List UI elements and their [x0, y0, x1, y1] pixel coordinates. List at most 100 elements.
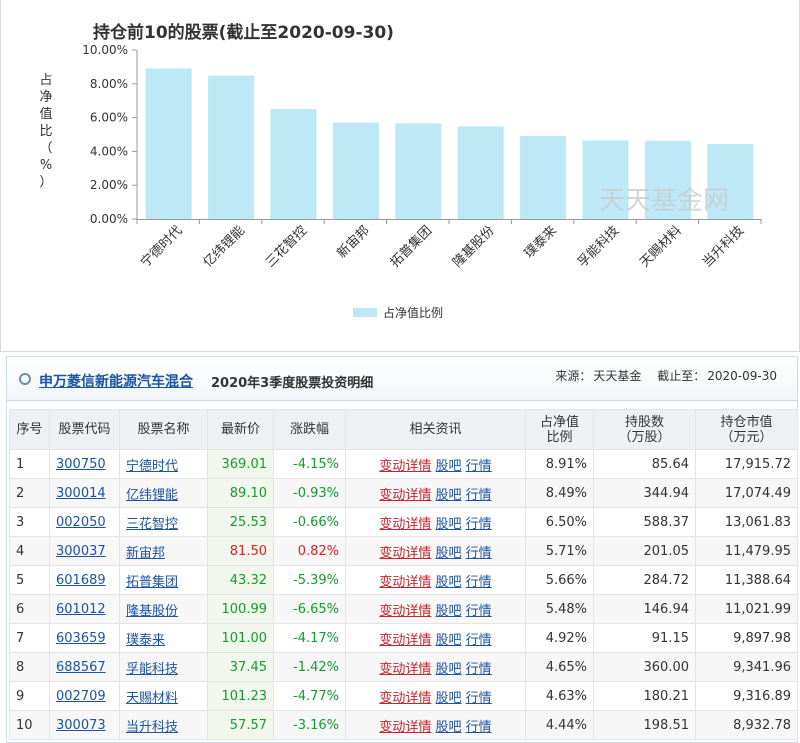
detail-header: 申万菱信新能源汽车混合 2020年3季度股票投资明细 来源： 天天基金 截止至： 2…: [7, 357, 797, 401]
col-header-ratio-line2: 比例: [546, 429, 573, 445]
quote-link[interactable]: 行情: [466, 459, 492, 474]
x-tick-label: 宁德时代: [137, 223, 185, 271]
watermark: 天天基金网: [599, 186, 730, 216]
cell-change: 0.82%: [273, 536, 346, 566]
quote-link[interactable]: 行情: [466, 720, 492, 735]
x-tick-label: 亿纬锂能: [201, 223, 248, 270]
cell-shares: 85.64: [593, 449, 696, 479]
stock-name-link[interactable]: 隆基股份: [126, 604, 178, 619]
col-header-ratio-line1: 占净值: [539, 414, 579, 430]
stock-code-link[interactable]: 688567: [56, 660, 106, 675]
stock-code-link[interactable]: 601012: [56, 602, 106, 617]
date-value: 2020-09-30: [707, 369, 777, 383]
stock-code-link[interactable]: 002709: [56, 689, 106, 704]
stock-bar-link[interactable]: 股吧: [435, 662, 461, 677]
stock-bar-link[interactable]: 股吧: [435, 633, 461, 648]
cell-no: 1: [9, 449, 50, 479]
bar: [520, 135, 567, 219]
cell-code: 300073: [49, 710, 120, 740]
stock-name-link[interactable]: 拓普集团: [126, 575, 178, 590]
stock-code-link[interactable]: 300750: [56, 457, 106, 472]
quote-link[interactable]: 行情: [466, 517, 492, 532]
cell-ratio: 8.49%: [525, 478, 594, 508]
stock-code-link[interactable]: 300014: [56, 486, 106, 501]
col-header-ratio: 占净值 比例: [525, 409, 594, 450]
cell-price: 369.01: [207, 449, 274, 479]
col-header-value: 持仓市值 （万元）: [695, 409, 798, 450]
cell-value: 11,388.64: [695, 565, 798, 595]
change-detail-link[interactable]: 变动详情: [379, 459, 431, 474]
quote-link[interactable]: 行情: [466, 662, 492, 677]
change-detail-link[interactable]: 变动详情: [379, 575, 431, 590]
x-tick-label: 孚能科技: [575, 223, 622, 270]
col-header-price: 最新价: [207, 409, 274, 450]
cell-shares: 198.51: [593, 710, 696, 740]
cell-name: 璞泰来: [119, 623, 208, 653]
stock-name-link[interactable]: 新宙邦: [126, 546, 165, 561]
stock-name-link[interactable]: 天赐材料: [126, 691, 178, 706]
stock-bar-link[interactable]: 股吧: [435, 604, 461, 619]
change-detail-link[interactable]: 变动详情: [379, 604, 431, 619]
stock-name-link[interactable]: 三花智控: [126, 517, 178, 532]
cell-change: -6.65%: [273, 594, 346, 624]
col-header-value-line1: 持仓市值: [720, 414, 773, 430]
quote-link[interactable]: 行情: [466, 546, 492, 561]
change-detail-link[interactable]: 变动详情: [379, 488, 431, 503]
chart-legend[interactable]: 占净值比例: [353, 304, 443, 320]
stock-bar-link[interactable]: 股吧: [435, 459, 461, 474]
cell-price: 101.00: [207, 623, 274, 653]
stock-bar-link[interactable]: 股吧: [435, 546, 461, 561]
stock-name-link[interactable]: 亿纬锂能: [126, 488, 178, 503]
change-detail-link[interactable]: 变动详情: [379, 720, 431, 735]
table-row: 9 002709 天赐材料 101.23 -4.77% 变动详情 股吧 行情 4.63% 18…: [9, 681, 798, 711]
cell-price: 101.23: [207, 681, 274, 711]
stock-bar-link[interactable]: 股吧: [435, 517, 461, 532]
change-detail-link[interactable]: 变动详情: [379, 662, 431, 677]
cell-value: 9,897.98: [695, 623, 798, 653]
quote-link[interactable]: 行情: [466, 691, 492, 706]
bar: [457, 126, 504, 219]
fund-name-link[interactable]: 申万菱信新能源汽车混合: [39, 371, 193, 391]
stock-name-link[interactable]: 孚能科技: [126, 662, 178, 677]
change-detail-link[interactable]: 变动详情: [379, 517, 431, 532]
stock-bar-link[interactable]: 股吧: [435, 691, 461, 706]
bar-chart: 0.00% 2.00% 4.00% 6.00% 8.00% 10.00% 宁德时代 亿纬锂能三…: [82, 43, 762, 271]
cell-shares: 201.05: [593, 536, 696, 566]
stock-bar-link[interactable]: 股吧: [435, 488, 461, 503]
stock-name-link[interactable]: 当升科技: [126, 720, 178, 735]
col-header-shares: 持股数 （万股）: [593, 409, 696, 450]
stock-bar-link[interactable]: 股吧: [435, 575, 461, 590]
change-detail-link[interactable]: 变动详情: [379, 633, 431, 648]
col-header-shares-line2: （万股）: [618, 429, 671, 445]
table-row: 2 300014 亿纬锂能 89.10 -0.93% 变动详情 股吧 行情 8.49% 344…: [9, 478, 798, 508]
quote-link[interactable]: 行情: [466, 604, 492, 619]
cell-no: 4: [9, 536, 50, 566]
quote-link[interactable]: 行情: [466, 633, 492, 648]
stock-code-link[interactable]: 601689: [56, 573, 106, 588]
stock-code-link[interactable]: 300073: [56, 718, 106, 733]
cell-change: -0.66%: [273, 507, 346, 537]
stock-code-link[interactable]: 002050: [56, 515, 106, 530]
cell-ratio: 6.50%: [525, 507, 594, 537]
bar: [332, 122, 379, 219]
cell-value: 17,074.49: [695, 478, 798, 508]
stock-code-link[interactable]: 603659: [56, 631, 106, 646]
quote-link[interactable]: 行情: [466, 575, 492, 590]
cell-info: 变动详情 股吧 行情: [345, 536, 526, 566]
change-detail-link[interactable]: 变动详情: [379, 546, 431, 561]
cell-no: 2: [9, 478, 50, 508]
cell-ratio: 5.66%: [525, 565, 594, 595]
stock-name-link[interactable]: 宁德时代: [126, 459, 178, 474]
quote-link[interactable]: 行情: [466, 488, 492, 503]
cell-shares: 588.37: [593, 507, 696, 537]
stock-bar-link[interactable]: 股吧: [435, 720, 461, 735]
bullet-icon: [19, 373, 31, 385]
legend-label: 占净值比例: [383, 305, 444, 320]
cell-code: 300037: [49, 536, 120, 566]
stock-name-link[interactable]: 璞泰来: [126, 633, 165, 648]
col-header-no: 序号: [9, 409, 50, 450]
cell-no: 8: [9, 652, 50, 682]
change-detail-link[interactable]: 变动详情: [379, 691, 431, 706]
stock-code-link[interactable]: 300037: [56, 544, 106, 559]
cell-ratio: 5.48%: [525, 594, 594, 624]
